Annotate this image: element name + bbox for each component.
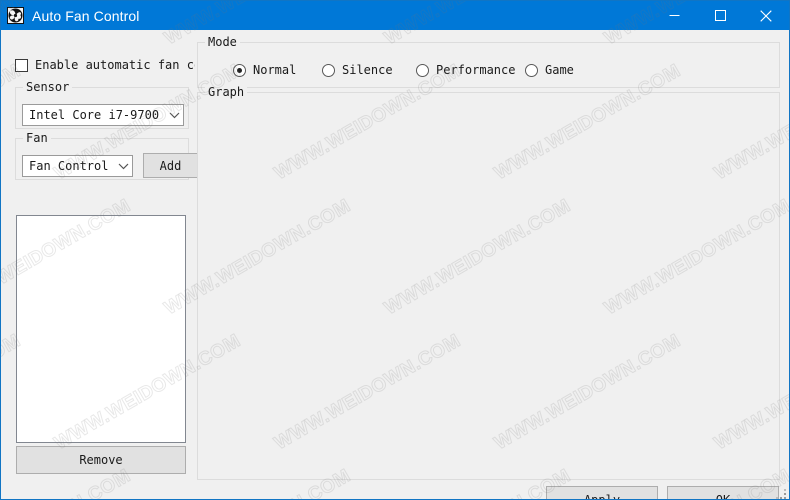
radio-mode-normal[interactable]: Normal <box>233 59 296 81</box>
add-fan-button[interactable]: Add <box>143 153 198 178</box>
radio-performance-icon[interactable] <box>416 63 429 77</box>
maximize-icon <box>714 10 726 21</box>
title-bar[interactable]: Auto Fan Control <box>1 1 789 30</box>
fan-select-value: Fan Control #1 <box>29 159 114 173</box>
close-icon <box>760 9 772 22</box>
mode-group: Mode Normal Silence Performance Game <box>197 35 780 88</box>
resize-grip-icon <box>776 489 786 499</box>
radio-normal-label: Normal <box>253 63 297 77</box>
fan-icon-glyph <box>8 8 23 23</box>
graph-group: Graph <box>197 85 780 480</box>
radio-mode-performance[interactable]: Performance <box>416 59 515 81</box>
radio-normal-icon[interactable] <box>233 63 246 77</box>
radio-game-icon[interactable] <box>525 63 538 77</box>
radio-performance-label: Performance <box>436 63 516 77</box>
client-area: Enable automatic fan contro Mode Normal … <box>1 30 789 499</box>
fan-icon <box>7 7 24 24</box>
checkbox-icon[interactable] <box>15 58 28 72</box>
remove-fan-button[interactable]: Remove <box>16 446 186 474</box>
radio-silence-icon[interactable] <box>322 63 335 77</box>
chevron-down-glyph <box>118 163 128 169</box>
radio-silence-label: Silence <box>342 63 393 77</box>
chevron-down-glyph <box>169 112 179 118</box>
mode-radio-row: Normal Silence Performance Game <box>198 59 779 81</box>
chevron-down-icon[interactable] <box>114 156 132 176</box>
apply-button[interactable]: Apply <box>546 486 658 499</box>
graph-group-label: Graph <box>205 85 248 99</box>
minimize-button[interactable] <box>651 1 697 30</box>
radio-mode-game[interactable]: Game <box>525 59 574 81</box>
sensor-group: Sensor Intel Core i7-9700 <box>15 80 189 129</box>
minimize-icon <box>669 15 679 16</box>
mode-group-label: Mode <box>205 35 240 49</box>
resize-grip[interactable] <box>775 485 787 499</box>
enable-auto-fan-control-checkbox[interactable]: Enable automatic fan contro <box>15 55 195 75</box>
chevron-down-icon[interactable] <box>165 105 183 125</box>
sensor-select[interactable]: Intel Core i7-9700 <box>22 104 184 126</box>
close-button[interactable] <box>743 1 789 30</box>
fan-select[interactable]: Fan Control #1 <box>22 155 133 177</box>
ok-button[interactable]: OK <box>667 486 779 499</box>
enable-auto-fan-control-label: Enable automatic fan contro <box>35 58 195 72</box>
radio-mode-silence[interactable]: Silence <box>322 59 393 81</box>
sensor-group-label: Sensor <box>23 80 73 94</box>
radio-game-label: Game <box>545 63 574 77</box>
fan-list[interactable] <box>16 215 186 443</box>
sensor-select-value: Intel Core i7-9700 <box>29 108 160 122</box>
auto-fan-control-window: Auto Fan Control Enable automatic fan co… <box>0 0 790 500</box>
window-title: Auto Fan Control <box>32 7 140 24</box>
fan-group-label: Fan <box>23 131 51 145</box>
maximize-button[interactable] <box>697 1 743 30</box>
fan-group: Fan Fan Control #1 Add <box>15 131 198 180</box>
